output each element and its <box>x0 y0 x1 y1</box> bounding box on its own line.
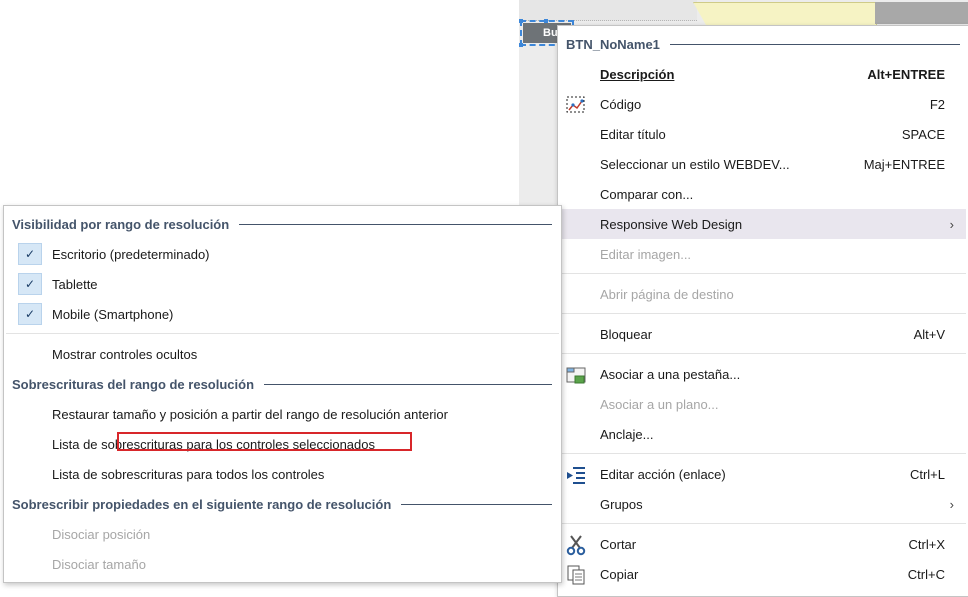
menu-item-label: Bloquear <box>600 326 653 342</box>
menu-item-seleccionar-estilo[interactable]: Seleccionar un estilo WEBDEV... Maj+ENTR… <box>560 149 966 179</box>
ruler-strip <box>519 0 697 21</box>
submenu-item-mostrar-ocultos[interactable]: Mostrar controles ocultos <box>6 339 559 369</box>
menu-item-label: Asociar a una pestaña... <box>600 366 741 382</box>
menu-item-cortar[interactable]: Cortar Ctrl+X <box>560 529 966 559</box>
checkmark-icon: ✓ <box>18 243 42 265</box>
menu-item-label: Grupos <box>600 496 643 512</box>
menu-item-asociar-pestana[interactable]: Asociar a una pestaña... <box>560 359 966 389</box>
submenu-header-title: Sobrescribir propiedades en el siguiente… <box>12 496 392 512</box>
menu-header-rule <box>669 43 960 45</box>
checkmark-icon: ✓ <box>18 273 42 295</box>
submenu-item-lista-seleccionados[interactable]: Lista de sobrescrituras para los control… <box>6 429 559 459</box>
menu-separator <box>560 273 966 274</box>
copy-icon <box>565 564 587 586</box>
action-icon <box>565 464 587 486</box>
menu-item-label: Restaurar tamaño y posición a partir del… <box>52 406 448 422</box>
menu-item-label: Mostrar controles ocultos <box>52 346 198 362</box>
menu-item-label: Cortar <box>600 536 637 552</box>
menu-item-label: Asociar a un plano... <box>600 396 719 412</box>
menu-item-grupos[interactable]: Grupos › <box>560 489 966 519</box>
submenu-header-title: Sobrescrituras del rango de resolución <box>12 376 255 392</box>
menu-item-shortcut: Alt+V <box>913 326 945 342</box>
menu-item-label: Editar acción (enlace) <box>600 466 726 482</box>
menu-item-shortcut: F2 <box>929 96 945 112</box>
menu-item-label: Tablette <box>52 276 98 292</box>
menu-header-rule <box>239 223 552 225</box>
menu-item-shortcut: Ctrl+L <box>909 466 945 482</box>
menu-item-label: Descripción <box>600 66 675 82</box>
submenu-item-lista-todos[interactable]: Lista de sobrescrituras para todos los c… <box>6 459 559 489</box>
editor-header-strip <box>875 2 968 24</box>
submenu-header-next-range: Sobrescribir propiedades en el siguiente… <box>12 489 552 519</box>
menu-separator <box>560 523 966 524</box>
menu-item-label: Lista de sobrescrituras para los control… <box>52 436 376 452</box>
tab-icon <box>565 364 587 386</box>
menu-item-editar-titulo[interactable]: Editar título SPACE <box>560 119 966 149</box>
scissors-icon <box>565 534 587 556</box>
menu-item-abrir-pagina: Abrir página de destino <box>560 279 966 309</box>
menu-separator <box>6 333 559 334</box>
menu-header-title: BTN_NoName1 <box>566 36 660 52</box>
submenu-item-disociar-posicion: Disociar posición <box>6 519 559 549</box>
submenu-item-escritorio[interactable]: ✓ Escritorio (predeterminado) <box>6 239 559 269</box>
code-icon <box>565 94 587 116</box>
menu-item-label: Disociar posición <box>52 526 151 542</box>
menu-item-editar-accion[interactable]: Editar acción (enlace) Ctrl+L <box>560 459 966 489</box>
menu-item-label: Responsive Web Design <box>600 216 743 232</box>
menu-item-label: Editar imagen... <box>600 246 692 262</box>
submenu-item-tablette[interactable]: ✓ Tablette <box>6 269 559 299</box>
selection-handle[interactable] <box>519 19 523 23</box>
menu-item-label: Copiar <box>600 566 639 582</box>
menu-item-anclaje[interactable]: Anclaje... <box>560 419 966 449</box>
submenu-header-overrides: Sobrescrituras del rango de resolución <box>12 369 552 399</box>
menu-item-descripcion[interactable]: Descripción Alt+ENTREE <box>560 59 966 89</box>
submenu-header-title: Visibilidad por rango de resolución <box>12 216 230 232</box>
context-menu: BTN_NoName1 Descripción Alt+ENTREE Códig… <box>557 25 968 597</box>
menu-item-label: Lista de sobrescrituras para todos los c… <box>52 466 325 482</box>
menu-item-shortcut: Maj+ENTREE <box>863 156 945 172</box>
menu-item-label: Seleccionar un estilo WEBDEV... <box>600 156 790 172</box>
menu-item-label: Escritorio (predeterminado) <box>52 246 210 262</box>
menu-item-codigo[interactable]: Código F2 <box>560 89 966 119</box>
chevron-right-icon: › <box>949 216 954 232</box>
responsive-submenu: Visibilidad por rango de resolución ✓ Es… <box>3 205 562 583</box>
menu-item-label: Abrir página de destino <box>600 286 734 302</box>
menu-header-rule <box>401 503 552 505</box>
menu-item-label: Anclaje... <box>600 426 654 442</box>
selection-handle[interactable] <box>544 19 548 23</box>
menu-item-asociar-plano: Asociar a un plano... <box>560 389 966 419</box>
menu-item-copiar[interactable]: Copiar Ctrl+C <box>560 559 966 589</box>
menu-item-shortcut: SPACE <box>901 126 945 142</box>
submenu-header-visibility: Visibilidad por rango de resolución <box>12 209 552 239</box>
menu-item-label: Disociar tamaño <box>52 556 146 572</box>
menu-item-bloquear[interactable]: Bloquear Alt+V <box>560 319 966 349</box>
menu-item-label: Mobile (Smartphone) <box>52 306 174 322</box>
menu-item-label: Código <box>600 96 642 112</box>
menu-item-label: Editar título <box>600 126 666 142</box>
submenu-item-disociar-tamano: Disociar tamaño <box>6 549 559 579</box>
menu-separator <box>560 353 966 354</box>
menu-separator <box>560 453 966 454</box>
menu-item-shortcut: Ctrl+X <box>908 536 945 552</box>
menu-item-editar-imagen: Editar imagen... <box>560 239 966 269</box>
menu-item-shortcut: Alt+ENTREE <box>867 66 945 82</box>
menu-header-rule <box>264 383 552 385</box>
menu-item-comparar[interactable]: Comparar con... <box>560 179 966 209</box>
chevron-right-icon: › <box>949 496 954 512</box>
menu-item-responsive-web-design[interactable]: Responsive Web Design › <box>560 209 966 239</box>
menu-separator <box>560 313 966 314</box>
menu-item-shortcut: Ctrl+C <box>907 566 945 582</box>
submenu-item-restaurar[interactable]: Restaurar tamaño y posición a partir del… <box>6 399 559 429</box>
selection-handle[interactable] <box>519 43 523 47</box>
submenu-item-mobile[interactable]: ✓ Mobile (Smartphone) <box>6 299 559 329</box>
menu-header: BTN_NoName1 <box>566 29 960 59</box>
menu-item-label: Comparar con... <box>600 186 694 202</box>
checkmark-icon: ✓ <box>18 303 42 325</box>
